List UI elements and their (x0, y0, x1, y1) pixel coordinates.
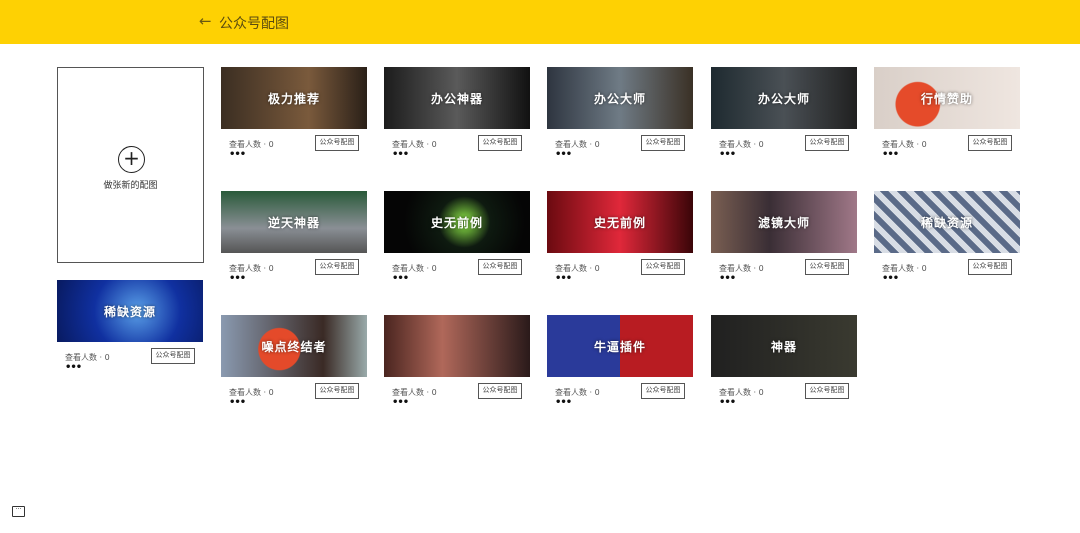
card-thumbnail[interactable]: 极力推荐 (221, 67, 367, 129)
more-options-icon[interactable]: ••• (719, 274, 736, 284)
image-card: 滤镜大师 查看人数 · 0 公众号配图 ••• (711, 191, 857, 284)
thumbnail-title: 史无前例 (593, 215, 646, 230)
image-card: 稀缺资源 查看人数 · 0 公众号配图 ••• (874, 191, 1020, 284)
card-thumbnail[interactable]: 噪点终结者 (221, 315, 367, 377)
thumbnail-title: 滤镜大师 (757, 215, 810, 230)
image-card: 办公神器 查看人数 · 0 公众号配图 ••• (384, 67, 530, 160)
category-tag[interactable]: 公众号配图 (478, 135, 522, 151)
card-thumbnail[interactable]: 稀缺资源 (57, 280, 203, 342)
top-bar: ← 公众号配图 (0, 0, 1080, 44)
image-card: 史无前例 查看人数 · 0 公众号配图 ••• (384, 191, 530, 284)
create-new-image-button[interactable]: + 做张新的配图 (57, 67, 204, 263)
more-options-icon[interactable]: ••• (392, 274, 409, 284)
plus-circle-icon: + (118, 146, 145, 173)
thumbnail-title: 行情赞助 (920, 91, 973, 106)
arrow-left-icon[interactable]: ← (199, 12, 212, 30)
thumbnail-title: 神器 (770, 339, 797, 354)
card-thumbnail[interactable]: 办公大师 (711, 67, 857, 129)
page-title: 公众号配图 (219, 16, 289, 32)
category-tag[interactable]: 公众号配图 (805, 259, 849, 275)
category-tag[interactable]: 公众号配图 (641, 259, 685, 275)
category-tag[interactable]: 公众号配图 (151, 348, 195, 364)
category-tag[interactable]: 公众号配图 (315, 135, 359, 151)
card-thumbnail[interactable]: 滤镜大师 (711, 191, 857, 253)
category-tag[interactable]: 公众号配图 (805, 135, 849, 151)
more-options-icon[interactable]: ••• (719, 398, 736, 408)
category-tag[interactable]: 公众号配图 (478, 259, 522, 275)
card-thumbnail[interactable] (384, 315, 530, 377)
more-options-icon[interactable]: ••• (392, 150, 409, 160)
more-options-icon[interactable]: ••• (229, 274, 246, 284)
thumbnail-title: 办公神器 (430, 91, 483, 106)
card-thumbnail[interactable]: 史无前例 (547, 191, 693, 253)
category-tag[interactable]: 公众号配图 (968, 135, 1012, 151)
card-thumbnail[interactable]: 逆天神器 (221, 191, 367, 253)
thumbnail-title: 稀缺资源 (920, 215, 973, 230)
card-thumbnail[interactable]: 牛逼插件 (547, 315, 693, 377)
image-card: 稀缺资源 查看人数 · 0 公众号配图 ••• (57, 280, 203, 373)
create-new-label: 做张新的配图 (103, 181, 158, 191)
more-options-icon[interactable]: ••• (882, 274, 899, 284)
category-tag[interactable]: 公众号配图 (641, 135, 685, 151)
more-options-icon[interactable]: ••• (392, 398, 409, 408)
image-card: 牛逼插件 查看人数 · 0 公众号配图 ••• (547, 315, 693, 408)
more-options-icon[interactable]: ••• (229, 398, 246, 408)
thumbnail-title: 办公大师 (593, 91, 646, 106)
image-card: 查看人数 · 0 公众号配图 ••• (384, 315, 530, 408)
card-thumbnail[interactable]: 史无前例 (384, 191, 530, 253)
card-thumbnail[interactable]: 办公大师 (547, 67, 693, 129)
thumbnail-title: 极力推荐 (267, 91, 320, 106)
thumbnail-title: 史无前例 (430, 215, 483, 230)
card-thumbnail[interactable]: 行情赞助 (874, 67, 1020, 129)
thumbnail-title: 逆天神器 (267, 215, 320, 230)
more-options-icon[interactable]: ••• (229, 150, 246, 160)
image-card: 噪点终结者 查看人数 · 0 公众号配图 ••• (221, 315, 367, 408)
more-options-icon[interactable]: ••• (882, 150, 899, 160)
category-tag[interactable]: 公众号配图 (641, 383, 685, 399)
more-options-icon[interactable]: ••• (555, 398, 572, 408)
thumbnail-title (451, 344, 463, 348)
image-card: 逆天神器 查看人数 · 0 公众号配图 ••• (221, 191, 367, 284)
category-tag[interactable]: 公众号配图 (968, 259, 1012, 275)
thumbnail-title: 噪点终结者 (261, 339, 327, 354)
more-options-icon[interactable]: ••• (555, 274, 572, 284)
more-options-icon[interactable]: ••• (555, 150, 572, 160)
category-tag[interactable]: 公众号配图 (805, 383, 849, 399)
category-tag[interactable]: 公众号配图 (478, 383, 522, 399)
chat-feedback-icon[interactable]: ··· (12, 506, 25, 517)
image-card: 极力推荐 查看人数 · 0 公众号配图 ••• (221, 67, 367, 160)
image-card: 神器 查看人数 · 0 公众号配图 ••• (711, 315, 857, 408)
image-card: 办公大师 查看人数 · 0 公众号配图 ••• (711, 67, 857, 160)
thumbnail-title: 稀缺资源 (103, 304, 156, 319)
image-card: 行情赞助 查看人数 · 0 公众号配图 ••• (874, 67, 1020, 160)
card-thumbnail[interactable]: 办公神器 (384, 67, 530, 129)
image-card: 史无前例 查看人数 · 0 公众号配图 ••• (547, 191, 693, 284)
more-options-icon[interactable]: ••• (65, 363, 82, 373)
card-thumbnail[interactable]: 神器 (711, 315, 857, 377)
card-thumbnail[interactable]: 稀缺资源 (874, 191, 1020, 253)
category-tag[interactable]: 公众号配图 (315, 259, 359, 275)
image-card: 办公大师 查看人数 · 0 公众号配图 ••• (547, 67, 693, 160)
thumbnail-title: 牛逼插件 (593, 339, 646, 354)
thumbnail-title: 办公大师 (757, 91, 810, 106)
category-tag[interactable]: 公众号配图 (315, 383, 359, 399)
more-options-icon[interactable]: ••• (719, 150, 736, 160)
